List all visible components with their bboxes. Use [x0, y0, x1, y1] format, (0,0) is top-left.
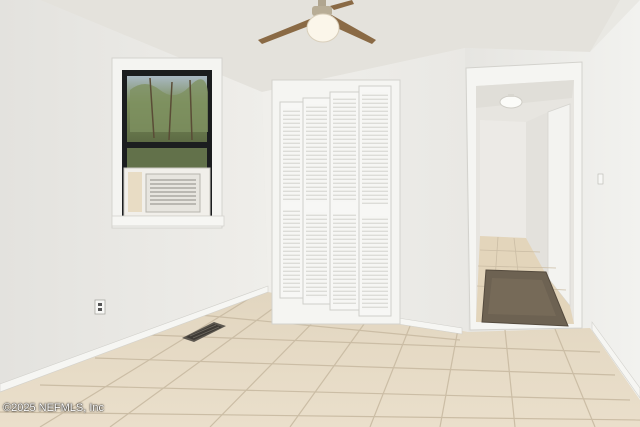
bifold-louvered-closet-door [279, 85, 392, 317]
watermark-text: ©2025 NEFMLS, Inc [3, 402, 105, 414]
room-photo [0, 0, 640, 427]
electrical-outlet [94, 299, 106, 315]
light-switch-plate [597, 173, 604, 185]
hallway-doorway [465, 61, 583, 331]
window-with-ac-unit [111, 57, 225, 229]
